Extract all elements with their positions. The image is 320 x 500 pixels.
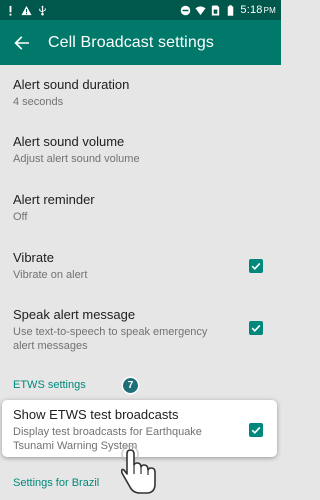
- pref-title: Speak alert message: [13, 307, 136, 322]
- pref-summary: Vibrate on alert: [13, 269, 88, 281]
- category-settings-for-brazil: Settings for Brazil: [13, 477, 100, 489]
- pref-title: Alert reminder: [13, 192, 95, 207]
- warning-icon: [21, 5, 32, 16]
- check-icon: [251, 262, 261, 270]
- pref-title: Alert sound duration: [13, 77, 130, 92]
- vibrate-checkbox[interactable]: [249, 259, 263, 273]
- pref-alert-sound-volume[interactable]: Alert sound volume Adjust alert sound vo…: [0, 134, 281, 166]
- pref-alert-reminder[interactable]: Alert reminder Off: [0, 192, 281, 224]
- pref-vibrate[interactable]: Vibrate Vibrate on alert: [0, 250, 281, 282]
- step-badge: 7: [123, 378, 138, 393]
- battery-icon: [225, 4, 236, 16]
- back-button[interactable]: [0, 20, 44, 65]
- tap-hand-icon: [120, 440, 160, 498]
- check-icon: [251, 426, 261, 434]
- pref-summary: 4 seconds: [13, 96, 64, 108]
- app-bar: Cell Broadcast settings: [0, 20, 281, 65]
- category-etws-settings: ETWS settings: [13, 379, 86, 391]
- arrow-back-icon: [14, 35, 29, 50]
- usb-icon: [37, 4, 48, 16]
- status-bar: 5:18PM: [0, 0, 281, 20]
- status-time: 5:18PM: [240, 4, 276, 16]
- pref-alert-sound-duration[interactable]: Alert sound duration 4 seconds: [0, 77, 281, 109]
- pref-title: Alert sound volume: [13, 134, 125, 149]
- pref-title: Show ETWS test broadcasts: [13, 407, 179, 422]
- sim-icon: [210, 4, 221, 16]
- check-icon: [251, 324, 261, 332]
- pref-summary: Adjust alert sound volume: [13, 153, 140, 165]
- alert-icon: [5, 5, 16, 16]
- do-not-disturb-icon: [180, 5, 191, 16]
- page-title: Cell Broadcast settings: [48, 33, 214, 51]
- screen: 5:18PM Cell Broadcast settings Alert sou…: [0, 0, 281, 500]
- speak-alert-checkbox[interactable]: [249, 321, 263, 335]
- pref-speak-alert-message[interactable]: Speak alert message Use text-to-speech t…: [0, 307, 281, 353]
- pref-summary: Use text-to-speech to speak emergency al…: [13, 326, 208, 352]
- etws-test-checkbox[interactable]: [249, 423, 263, 437]
- pref-summary: Off: [13, 211, 28, 223]
- wifi-icon: [195, 5, 206, 16]
- pref-title: Vibrate: [13, 250, 54, 265]
